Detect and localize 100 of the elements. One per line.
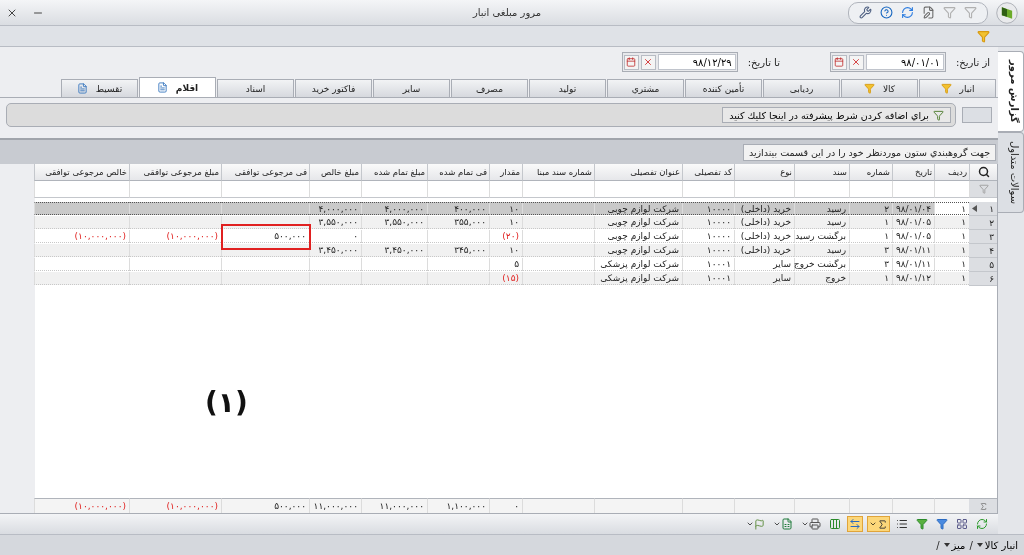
filter-icon[interactable] (964, 6, 977, 19)
to-date-field[interactable]: ۹۸/۱۲/۲۹ (621, 52, 738, 72)
to-date-label: تا تاریخ: (747, 56, 780, 68)
caret-icon (746, 520, 754, 528)
table-cell: شرکت لوازم چوبی (594, 230, 682, 243)
tab[interactable]: تقسیط (61, 79, 138, 97)
column-header[interactable]: مبلغ تمام شده (361, 164, 427, 181)
column-header[interactable]: مقدار (489, 164, 522, 181)
filter-button[interactable] (914, 516, 930, 532)
tab[interactable]: تأمین کننده (685, 79, 762, 97)
filter-button[interactable] (934, 516, 950, 532)
advanced-filter-button[interactable]: براي اضافه کردن شرط پيشرفته در اينجا کليك کنيد (722, 107, 951, 123)
table-cell (427, 272, 489, 285)
table-cell: ۱ (934, 244, 969, 257)
table-cell: ۲ (849, 202, 892, 215)
clear-button[interactable] (640, 54, 656, 70)
layout-button[interactable] (954, 516, 970, 532)
dropdown-icon (976, 543, 983, 547)
caret-icon (869, 520, 877, 528)
tab[interactable]: مصرف (451, 79, 528, 97)
sum-button[interactable] (867, 516, 890, 532)
table-cell: ۹۸/۰۱/۱۲ (892, 272, 934, 285)
column-header[interactable]: سند (794, 164, 849, 181)
side-tab[interactable]: سوالات متداول (998, 131, 1024, 213)
row-indicator[interactable]: ۳ (969, 230, 997, 244)
tab[interactable]: سایر (373, 79, 450, 97)
table-cell: ۹۸/۰۱/۱۱ (892, 258, 934, 271)
search-header[interactable] (969, 164, 997, 181)
table-cell: (۱۰,۰۰۰,۰۰۰) (129, 230, 221, 243)
tab[interactable]: تولید (529, 79, 606, 97)
logo-icon[interactable] (996, 1, 1018, 24)
tab[interactable]: ردیابی (763, 79, 840, 97)
table-cell: ۳,۵۵۰,۰۰۰ (361, 216, 427, 229)
breadcrumb-separator: / (936, 539, 940, 551)
filter-row-cell[interactable] (969, 181, 997, 198)
table-cell: ۴۰۰,۰۰۰ (427, 202, 489, 215)
tab[interactable]: کالا (841, 79, 918, 97)
clear-button[interactable] (848, 54, 864, 70)
table-cell: برگشت خروج (794, 258, 849, 271)
breadcrumb-item[interactable]: میز (943, 539, 966, 551)
printer-icon (809, 518, 821, 530)
side-tab[interactable]: گزارش مرور (998, 51, 1024, 132)
column-header[interactable]: شماره سند مبنا (522, 164, 594, 181)
tab[interactable]: مشتري (607, 79, 684, 97)
row-indicator[interactable]: ۶ (969, 272, 997, 286)
column-header[interactable]: کد تفصیلی (682, 164, 734, 181)
column-header[interactable]: خالص مرجوعی توافقی (34, 164, 129, 181)
row-indicator[interactable]: ۴ (969, 244, 997, 258)
table-cell: ۹۸/۰۱/۰۵ (892, 230, 934, 243)
tab[interactable]: انبار (919, 79, 996, 97)
table-cell: شرکت لوازم چوبی (594, 244, 682, 257)
columns-icon (829, 518, 841, 530)
spreadsheet-icon (781, 518, 793, 530)
refresh-icon[interactable] (901, 6, 914, 19)
table-cell: سایر (734, 258, 794, 271)
column-header[interactable]: نوع (734, 164, 794, 181)
row-indicator[interactable]: ۵ (969, 258, 997, 272)
tab[interactable]: اقلام (139, 77, 216, 97)
refresh-icon (976, 518, 988, 530)
columns-button[interactable] (827, 516, 843, 532)
edit-icon[interactable] (922, 6, 935, 19)
column-header[interactable]: عنوان تفصیلی (594, 164, 682, 181)
table-cell: (۲۰) (489, 230, 522, 243)
table-cell: خروج (794, 272, 849, 285)
column-header[interactable]: مبلغ مرجوعی توافقی (129, 164, 221, 181)
breadcrumb-item[interactable]: انبار کالا (976, 539, 1018, 551)
refresh-button[interactable] (974, 516, 990, 532)
filter-icon[interactable] (978, 184, 989, 194)
group-hint: جهت گروهبندي ستون موردنظر خود را در اين قسمت بيندازيد (742, 143, 996, 161)
clear-filter-icon[interactable] (977, 29, 990, 43)
from-date-field[interactable]: ۹۸/۰۱/۰۱ (829, 52, 946, 72)
row-number: ۶ (989, 273, 994, 284)
column-header[interactable]: ردیف (934, 164, 969, 181)
filter-icon[interactable] (943, 6, 956, 19)
sigma-icon (877, 518, 888, 530)
tab[interactable]: اسناد (217, 79, 294, 97)
row-indicator[interactable]: ۲ (969, 216, 997, 230)
document-icon (76, 83, 88, 94)
fit-columns-button[interactable] (847, 516, 863, 532)
column-header[interactable]: فی تمام شده (427, 164, 489, 181)
table-cell (309, 258, 361, 271)
wrench-icon[interactable] (859, 6, 872, 19)
help-icon[interactable] (880, 6, 893, 19)
column-header[interactable]: شماره (849, 164, 892, 181)
tab[interactable]: فاکتور خرید (295, 79, 372, 97)
column-header[interactable]: تاریخ (892, 164, 934, 181)
calendar-button[interactable] (623, 54, 639, 70)
column-header[interactable]: فی مرجوعی توافقی (221, 164, 309, 181)
filter-field[interactable] (962, 107, 992, 123)
table-cell: ۴,۰۰۰,۰۰۰ (309, 202, 361, 215)
table-cell: ۱ (934, 216, 969, 229)
table-cell: ۱ (934, 230, 969, 243)
annotation-label: (۱) (205, 386, 248, 419)
row-indicator[interactable]: ۱ (969, 202, 997, 216)
breadcrumb-separator: / (969, 539, 973, 551)
table-cell: سایر (734, 272, 794, 285)
search-icon[interactable] (977, 166, 990, 178)
calendar-button[interactable] (831, 54, 847, 70)
row-number: ۳ (989, 231, 994, 242)
column-header[interactable]: مبلغ خالص (309, 164, 361, 181)
